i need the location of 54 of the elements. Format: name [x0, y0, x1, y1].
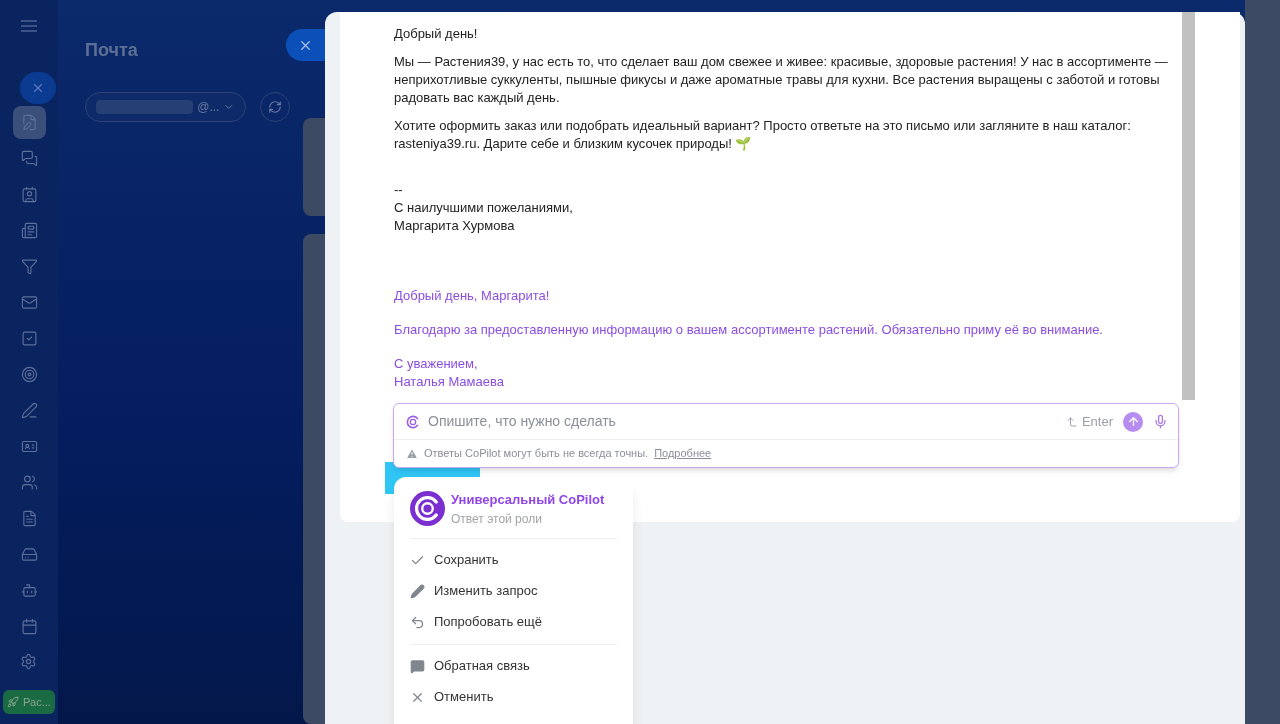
reply-signature-line: С уважением,: [394, 355, 478, 373]
menu-icon[interactable]: [21, 20, 37, 32]
scrollbar[interactable]: [1182, 12, 1195, 400]
calendar-icon: [20, 618, 38, 635]
warning-icon: [406, 447, 418, 460]
sidebar-item[interactable]: [12, 106, 46, 139]
menu-item[interactable]: Обратная связь: [410, 650, 617, 682]
return-arrow-icon: [1065, 415, 1078, 428]
feedback-icon: [410, 658, 425, 674]
target-icon: [20, 366, 38, 383]
letter-text: Мы — Растения39, у нас есть то, что сделает ваш дом свежее и живее: красивые, здоровые растения! У нас в ассортименте — неприхотливые суккуленты, пышные фикусы и даже ароматные травы для кухни. Все растения выращены с заботой и готовы радовать вас каждый день.: [394, 53, 1169, 107]
send-button[interactable]: [1123, 411, 1143, 432]
mail-icon: [20, 294, 38, 311]
drive-icon: [20, 546, 38, 563]
document-icon: [20, 510, 38, 527]
robot-icon: [20, 582, 38, 599]
menu-item[interactable]: Попробовать ещё: [410, 606, 617, 638]
chat-icon: [20, 150, 38, 167]
undo-icon: [410, 614, 425, 630]
warning-text: Ответы CoPilot могут быть не всегда точны.: [424, 446, 649, 462]
menu-item[interactable]: Изменить запрос: [410, 575, 617, 607]
menu-title: Универсальный CoPilot: [451, 491, 605, 509]
menu-item[interactable]: Отменить: [410, 681, 617, 713]
reply-text: Добрый день, Маргарита!: [394, 287, 550, 305]
newspaper-icon: [20, 222, 38, 239]
mailbox-value: @...: [197, 99, 220, 116]
letter-text: Добрый день!: [394, 25, 479, 43]
signature-line: С наилучшими пожеланиями,: [394, 199, 573, 217]
prompt-input[interactable]: Опишите, что нужно сделать: [428, 411, 1060, 432]
page-title: Почта: [85, 39, 139, 62]
menu-subtitle: Ответ этой роли: [451, 510, 543, 528]
rocket-icon: [7, 696, 20, 708]
letter-text: Хотите оформить заказ или подобрать идеальный вариант? Просто ответьте на это письмо или загляните в наш каталог: rasteniya39.ru. Дарите себе и близким кусочек природы! 🌱: [394, 117, 1132, 153]
people-icon: [20, 474, 38, 491]
microphone-icon[interactable]: [1153, 414, 1168, 429]
copilot-logo-icon: [410, 491, 445, 527]
pencil-icon: [410, 583, 425, 599]
signature-line: Маргарита Хурмова: [394, 217, 515, 235]
close-button[interactable]: [286, 29, 325, 61]
arrow-up-icon: [1126, 415, 1140, 428]
pen-icon: [20, 402, 38, 419]
refresh-icon: [268, 100, 282, 114]
id-card-icon: [20, 438, 38, 455]
settings-icon[interactable]: [20, 653, 38, 670]
signature-line: --: [394, 181, 403, 199]
enter-hint: Enter: [1065, 411, 1113, 432]
funnel-icon: [20, 258, 38, 275]
reply-text: Благодарю за предоставленную информацию о вашем ассортименте растений. Обязательно приму её во внимание.: [394, 321, 1103, 339]
reply-signature-line: Наталья Мамаева: [394, 373, 504, 391]
close-icon: [31, 81, 45, 95]
contact-icon: [20, 186, 38, 203]
menu-item[interactable]: Сохранить: [410, 544, 617, 576]
checkbox-icon: [20, 330, 38, 347]
document-edit-icon: [20, 114, 38, 131]
